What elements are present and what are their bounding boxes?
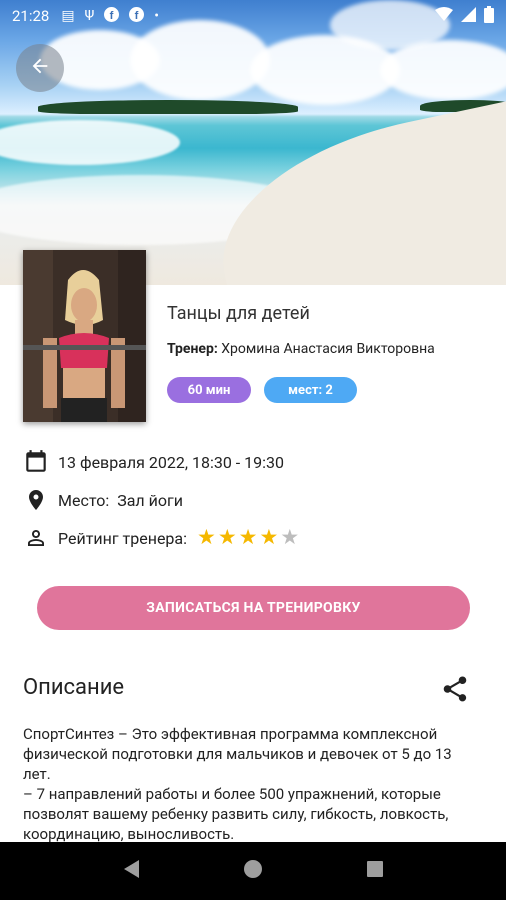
status-bar: 21:28 ▤ Ψ f f • [0, 0, 506, 32]
place-value: Зал йоги [117, 490, 183, 510]
person-icon [23, 525, 49, 551]
calendar-icon [23, 449, 49, 475]
message-icon: ▤ [61, 8, 75, 24]
place-row: Место: Зал йоги [23, 487, 183, 513]
usb-icon: Ψ [84, 8, 95, 24]
trainer-name: Хромина Анастасия Викторовна [221, 341, 435, 357]
nav-recents-icon[interactable] [365, 859, 385, 883]
svg-text:f: f [110, 10, 114, 22]
rating-label: Рейтинг тренера: [58, 528, 187, 548]
facebook-icon: f [104, 6, 120, 26]
location-pin-icon [23, 487, 49, 513]
description-paragraph: СпортСинтез – Это эффективная программа … [23, 725, 452, 783]
trainer-line: Тренер: Хромина Анастасия Викторовна [167, 341, 435, 357]
nav-back-icon[interactable] [121, 858, 141, 884]
wifi-icon [435, 6, 453, 26]
rating-row: Рейтинг тренера: ★ ★ ★ ★ ★ [23, 525, 299, 551]
system-nav-bar [0, 842, 506, 900]
hero-image [0, 0, 506, 285]
rating-stars: ★ ★ ★ ★ ★ [197, 525, 300, 550]
duration-badge: 60 мин [167, 377, 251, 403]
date-time: 13 февраля 2022, 18:30 - 19:30 [58, 452, 285, 472]
star-filled-icon: ★ [197, 525, 216, 550]
star-filled-icon: ★ [238, 525, 258, 550]
share-button[interactable] [440, 674, 470, 704]
facebook-icon: f [129, 6, 145, 26]
description-paragraph: – 7 направлений работы и более 500 упраж… [23, 785, 449, 843]
signup-button[interactable]: ЗАПИСАТЬСЯ НА ТРЕНИРОВКУ [37, 586, 470, 630]
date-row: 13 февраля 2022, 18:30 - 19:30 [23, 449, 284, 475]
description-title: Описание [23, 675, 125, 700]
trainer-photo [23, 250, 146, 422]
arrow-left-icon [29, 55, 51, 81]
share-icon [440, 676, 470, 708]
star-empty-icon: ★ [280, 525, 300, 550]
trainer-label: Тренер: [167, 341, 218, 357]
battery-icon [484, 5, 494, 27]
training-title: Танцы для детей [167, 303, 310, 324]
signal-icon [461, 6, 476, 26]
back-button[interactable] [16, 44, 64, 92]
place-label: Место: [58, 490, 110, 510]
places-badge: мест: 2 [264, 377, 357, 403]
status-time: 21:28 [12, 7, 50, 25]
svg-text:f: f [135, 10, 139, 22]
dot-icon: • [154, 8, 160, 24]
star-filled-icon: ★ [217, 525, 237, 550]
star-filled-icon: ★ [259, 525, 279, 550]
nav-home-icon[interactable] [242, 858, 264, 884]
description-text: СпортСинтез – Это эффективная программа … [23, 724, 483, 844]
